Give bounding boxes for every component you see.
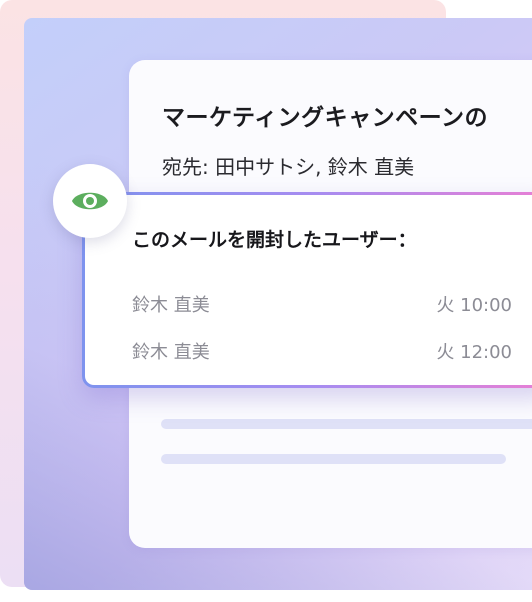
open-time: 火 12:00 xyxy=(436,342,512,363)
opener-name: 鈴木 直美 xyxy=(132,342,210,363)
open-tracking-title: このメールを開封したユーザー： xyxy=(132,229,417,251)
open-tracking-popup: このメールを開封したユーザー： 鈴木 直美 火 10:00 鈴木 直美 火 12… xyxy=(82,192,532,388)
eye-icon xyxy=(72,192,108,210)
open-tracking-popup-body: このメールを開封したユーザー： 鈴木 直美 火 10:00 鈴木 直美 火 12… xyxy=(85,195,532,385)
open-tracking-row[interactable]: 鈴木 直美 火 10:00 xyxy=(132,291,512,317)
email-subject: マーケティングキャンペーンの xyxy=(162,105,489,131)
opener-name: 鈴木 直美 xyxy=(132,295,210,316)
email-body-placeholder-line xyxy=(161,454,506,464)
email-body-placeholder-line xyxy=(161,419,532,429)
email-recipients: 宛先: 田中サトシ, 鈴木 直美 xyxy=(162,155,415,179)
eye-badge[interactable] xyxy=(53,164,127,238)
stage: マーケティングキャンペーンの 宛先: 田中サトシ, 鈴木 直美 このメールを開封… xyxy=(0,0,532,602)
open-tracking-row[interactable]: 鈴木 直美 火 12:00 xyxy=(132,338,512,364)
open-time: 火 10:00 xyxy=(436,295,512,316)
